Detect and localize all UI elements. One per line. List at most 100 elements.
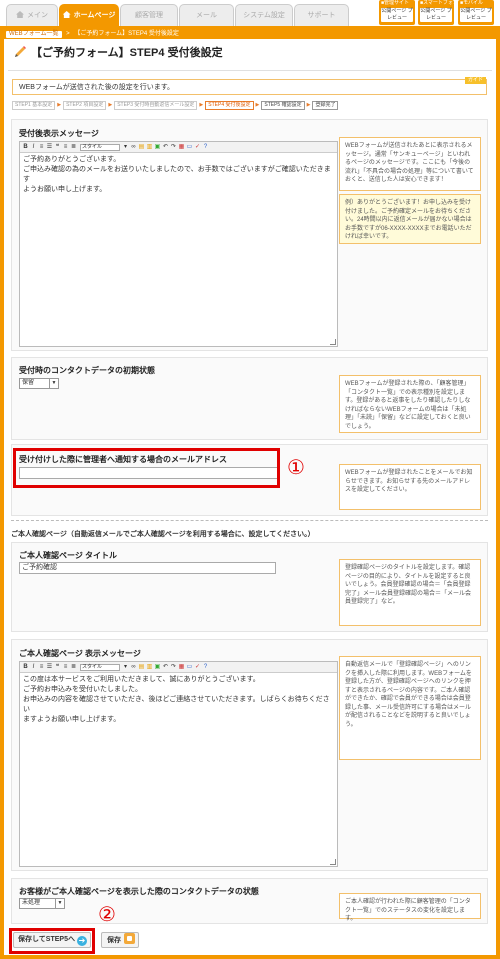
- home-icon: [16, 11, 24, 18]
- step-arrow-icon: ▶: [306, 102, 311, 108]
- image-icon[interactable]: ▣: [154, 664, 161, 671]
- resize-handle[interactable]: [330, 339, 336, 345]
- step-arrow-icon: ▶: [199, 102, 204, 108]
- table-icon[interactable]: ▦: [178, 664, 185, 671]
- marker-2: ②: [98, 904, 116, 926]
- guide-box: WEBフォームが送信された後の設定を行います。 ガイド: [12, 77, 487, 95]
- step-arrow-icon: ▶: [108, 102, 113, 108]
- tab-homepage[interactable]: ホームページ: [59, 4, 119, 26]
- marker-1: ①: [287, 457, 305, 479]
- dropdown-arrow-icon[interactable]: ▾: [122, 144, 129, 151]
- breadcrumb-form-list-button[interactable]: WEBフォーム一覧: [6, 31, 62, 38]
- preview-admin[interactable]: ■管理サイト 公開ページ プレビュー: [379, 0, 415, 25]
- initial-status-select[interactable]: 保留 ▼: [19, 378, 59, 389]
- thankyou-message-example: 例）ありがとうございます！お申し込みを受け付けました。ご予約確定メールをお待ちく…: [339, 194, 481, 244]
- step-3[interactable]: STEP3 受付時自動返信メール設定: [114, 101, 198, 110]
- table-icon[interactable]: ▦: [178, 144, 185, 151]
- page-title: 【ご予約フォーム】STEP4 受付後設定: [31, 47, 223, 59]
- bold-icon[interactable]: B: [22, 664, 29, 671]
- home-icon: [62, 11, 71, 18]
- preview-smartphone[interactable]: ■スマートフォン公開ページ プレビュー: [418, 0, 454, 25]
- italic-icon[interactable]: I: [30, 664, 37, 671]
- align-right-icon[interactable]: ≣: [70, 144, 77, 151]
- link-icon[interactable]: ∞: [130, 144, 137, 151]
- editor-toolbar: B I ≡ ☰ ❝ ≡ ≣ スタイル ▾ ∞ ▤ ▥ ▣ ↶ ↷ ▦ ▭ ✓?: [20, 662, 337, 673]
- dropdown-arrow-icon[interactable]: ▾: [122, 664, 129, 671]
- confirm-message-editor[interactable]: B I ≡ ☰ ❝ ≡ ≣ スタイル ▾ ∞ ▤ ▥ ▣ ↶ ↷ ▦ ▭ ✓? この度は本サービスをご利用いただき…: [19, 661, 338, 867]
- breadcrumb-separator: >: [66, 31, 70, 37]
- step-arrow-icon: ▶: [255, 102, 260, 108]
- ordered-list-icon[interactable]: ≡: [38, 664, 45, 671]
- ordered-list-icon[interactable]: ≡: [38, 144, 45, 151]
- style-select[interactable]: スタイル: [80, 144, 120, 151]
- spellcheck-icon[interactable]: ✓: [194, 664, 201, 671]
- title-divider: [8, 70, 492, 71]
- thankyou-message-help: WEBフォームが送信されたあとに表示されるメッセージ。通常「サンキューページ」と…: [339, 137, 481, 191]
- source-icon[interactable]: ▭: [186, 144, 193, 151]
- tab-support[interactable]: サポート: [294, 4, 349, 26]
- redo-icon[interactable]: ↷: [170, 664, 177, 671]
- style-select[interactable]: スタイル: [80, 664, 120, 671]
- step-4-current: STEP4 受付後設定: [205, 101, 254, 110]
- guide-tag[interactable]: ガイド: [464, 77, 486, 84]
- redo-icon[interactable]: ↷: [170, 144, 177, 151]
- top-nav: メイン ホームページ 顧客管理 メール システム設定 サポート ■管理サイト 公開…: [0, 0, 500, 26]
- paste-text-icon[interactable]: ▥: [146, 144, 153, 151]
- step-indicator: STEP1 基本設定 ▶ STEP2 項目設定 ▶ STEP3 受付時自動返信メール設定…: [12, 101, 339, 110]
- confirm-status-help: ご本人確認が行われた際に顧客管理の「コンタクト一覧」でのステータスの変化を設定し…: [339, 893, 481, 922]
- paste-icon[interactable]: ▤: [138, 144, 145, 151]
- tab-main[interactable]: メイン: [6, 4, 58, 26]
- save-button[interactable]: 保存: [101, 932, 139, 948]
- source-icon[interactable]: ▭: [186, 664, 193, 671]
- italic-icon[interactable]: I: [30, 144, 37, 151]
- section-divider: [11, 520, 488, 521]
- resize-handle[interactable]: [330, 859, 336, 865]
- step-2[interactable]: STEP2 項目設定: [63, 101, 107, 110]
- breadcrumb: WEBフォーム一覧 > 【ご予約フォーム】STEP4 受付後設定: [0, 30, 500, 39]
- tab-system[interactable]: システム設定: [235, 4, 293, 26]
- editor-content[interactable]: この度は本サービスをご利用いただきまして、誠にありがとうございます。 ご予約お申…: [20, 673, 337, 727]
- paste-icon[interactable]: ▤: [138, 664, 145, 671]
- confirm-message-help: 自動返信メールで「登録確認ページ」へのリンクを挿入した際に利用します。WEBフォ…: [339, 656, 481, 760]
- confirm-message-label: ご本人確認ページ 表示メッセージ: [19, 649, 141, 658]
- step-arrow-icon: ▶: [57, 102, 62, 108]
- lock-icon: [124, 933, 135, 944]
- step-1[interactable]: STEP1 基本設定: [12, 101, 56, 110]
- bullet-list-icon[interactable]: ☰: [46, 664, 53, 671]
- quote-icon[interactable]: ❝: [54, 664, 61, 671]
- help-icon[interactable]: ?: [202, 664, 209, 671]
- confirm-title-help: 登録確認ページのタイトルを設定します。確認ページの目的により、タイトルを設定する…: [339, 559, 481, 626]
- thankyou-message-editor[interactable]: B I ≡ ☰ ❝ ≡ ≣ スタイル ▾ ∞ ▤ ▥ ▣ ↶ ↷ ▦ ▭ ✓? ご予約ありがとうございます。 ご申…: [19, 141, 338, 347]
- step-complete: 登録完了: [312, 101, 339, 110]
- paste-text-icon[interactable]: ▥: [146, 664, 153, 671]
- image-icon[interactable]: ▣: [154, 144, 161, 151]
- tab-mail[interactable]: メール: [179, 4, 234, 26]
- tab-customer[interactable]: 顧客管理: [120, 4, 178, 26]
- confirm-title-label: ご本人確認ページ タイトル: [19, 551, 118, 560]
- page-title-wrap: 【ご予約フォーム】STEP4 受付後設定: [13, 44, 223, 60]
- highlight-box-1: [13, 448, 280, 488]
- confirm-status-label: お客様がご本人確認ページを表示した際のコンタクトデータの状態: [19, 887, 259, 896]
- editor-content[interactable]: ご予約ありがとうございます。 ご申込み確認の為のメールをお送りいたしましたので、…: [20, 153, 337, 197]
- step-5[interactable]: STEP5 確認設定: [261, 101, 305, 110]
- thankyou-message-label: 受付後表示メッセージ: [19, 129, 99, 138]
- initial-status-label: 受付時のコンタクトデータの初期状態: [19, 366, 155, 375]
- align-icon[interactable]: ≡: [62, 664, 69, 671]
- confirm-title-input[interactable]: ご予約確認: [19, 562, 276, 574]
- undo-icon[interactable]: ↶: [162, 664, 169, 671]
- preview-mobile[interactable]: ■モバイル 公開ページ プレビュー: [458, 0, 494, 25]
- bullet-list-icon[interactable]: ☰: [46, 144, 53, 151]
- align-icon[interactable]: ≡: [62, 144, 69, 151]
- bold-icon[interactable]: B: [22, 144, 29, 151]
- help-icon[interactable]: ?: [202, 144, 209, 151]
- breadcrumb-current: 【ご予約フォーム】STEP4 受付後設定: [74, 31, 179, 37]
- highlight-box-2: [9, 928, 95, 954]
- link-icon[interactable]: ∞: [130, 664, 137, 671]
- spellcheck-icon[interactable]: ✓: [194, 144, 201, 151]
- quote-icon[interactable]: ❝: [54, 144, 61, 151]
- align-right-icon[interactable]: ≣: [70, 664, 77, 671]
- confirm-status-select[interactable]: 未処理 ▼: [19, 898, 65, 909]
- undo-icon[interactable]: ↶: [162, 144, 169, 151]
- dropdown-arrow-icon: ▼: [55, 899, 64, 908]
- confirm-page-heading: ご本人確認ページ（自動返信メールでご本人確認ページを利用する場合に、設定してくだ…: [11, 531, 315, 538]
